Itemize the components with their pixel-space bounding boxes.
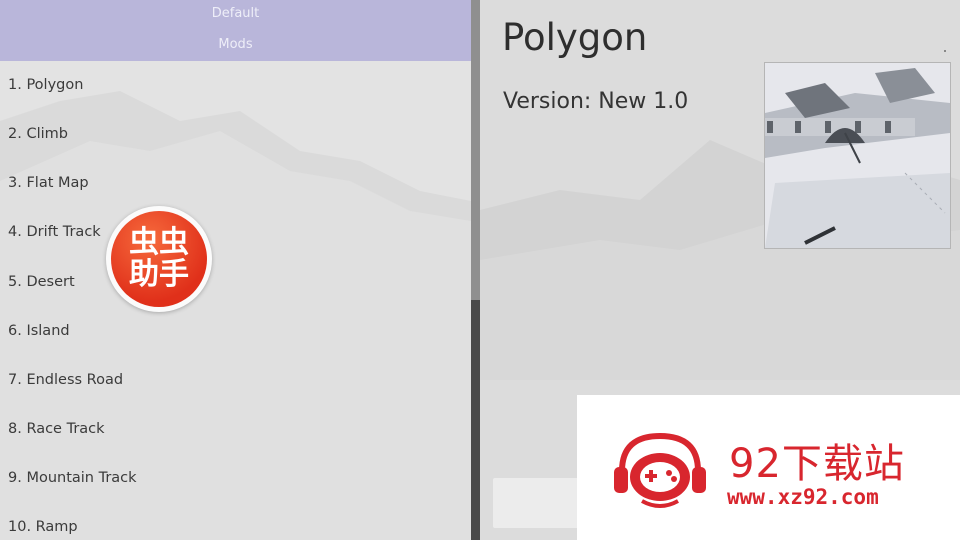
status-dot [944,50,946,52]
mod-item-mountain-track[interactable]: 9. Mountain Track [8,470,137,486]
mod-item-race-track[interactable]: 8. Race Track [8,421,105,437]
mod-item-desert[interactable]: 5. Desert [8,274,75,290]
site-watermark: 92下载站 www.xz92.com [577,395,960,540]
watermark-title: 92下载站 [729,441,905,487]
mod-item-endless-road[interactable]: 7. Endless Road [8,372,123,388]
mountain-background [0,91,471,540]
map-preview-image [764,62,951,249]
panel-divider-shadow [471,300,480,540]
mod-item-drift-track[interactable]: 4. Drift Track [8,224,101,240]
chongchong-badge: 虫虫 助手 [106,206,212,312]
mod-item-polygon[interactable]: 1. Polygon [8,77,83,93]
mod-version: Version: New 1.0 [503,89,689,114]
tab-mods[interactable]: Mods [0,37,471,52]
chongchong-badge-inner: 虫虫 助手 [111,211,207,307]
mod-item-climb[interactable]: 2. Climb [8,126,68,142]
badge-line-2: 助手 [129,257,189,292]
mod-list-panel: Default Mods 1. Polygon 2. Climb 3. Flat… [0,0,471,540]
gamepad-headphones-icon [614,432,706,508]
tabs-header: Default Mods [0,0,471,61]
map-preview-icon [765,63,950,248]
mod-title: Polygon [502,16,648,59]
badge-line-1: 虫虫 [129,225,189,260]
mod-item-ramp[interactable]: 10. Ramp [8,519,78,535]
watermark-url: www.xz92.com [727,485,879,509]
mod-item-flat-map[interactable]: 3. Flat Map [8,175,89,191]
mod-item-island[interactable]: 6. Island [8,323,70,339]
tab-default[interactable]: Default [0,6,471,21]
